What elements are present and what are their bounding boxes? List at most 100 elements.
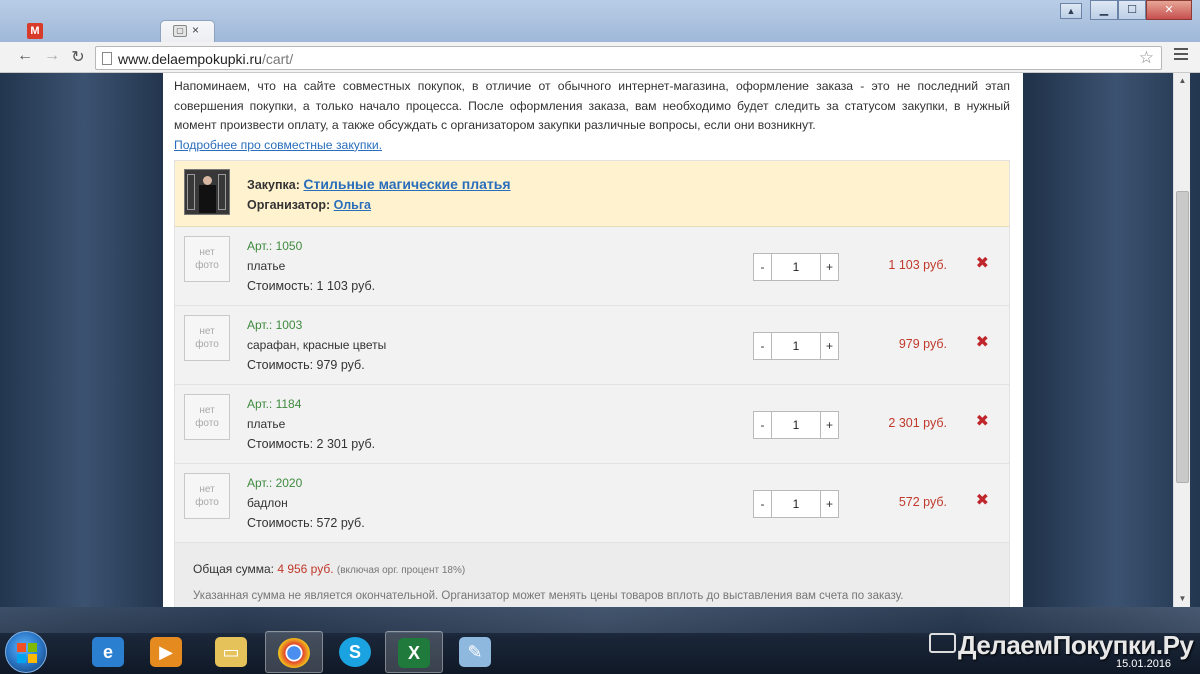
reload-icon[interactable]: ↻ (67, 47, 89, 67)
taskbar-excel[interactable]: X (385, 631, 443, 673)
item-name: сарафан, красные цветы (247, 338, 387, 352)
quantity-stepper: -1 + (753, 411, 839, 439)
cart-summary: Общая сумма: 4 956 руб. (включая орг. пр… (175, 543, 1009, 607)
decrease-quantity-button[interactable]: - (753, 253, 772, 281)
intro-text: Напоминаем, что на сайте совместных поку… (174, 77, 1010, 155)
decrease-quantity-button[interactable]: - (753, 332, 772, 360)
joint-purchases-info-link[interactable]: Подробнее про совместные закупки. (174, 138, 382, 152)
remove-item-icon[interactable]: ✖ (976, 332, 989, 352)
taskbar-paint[interactable]: ✎ (447, 631, 505, 673)
item-cost: Стоимость: 979 руб. (247, 358, 365, 372)
remove-item-icon[interactable]: ✖ (976, 490, 989, 510)
item-article: Арт.: 1050 (247, 239, 303, 253)
scroll-up-icon[interactable]: ▲ (1174, 73, 1191, 89)
quantity-stepper: -1 + (753, 490, 839, 518)
windows-flag-icon (17, 643, 37, 663)
item-cost: Стоимость: 2 301 руб. (247, 437, 376, 451)
close-window-button[interactable]: ✕ (1146, 0, 1192, 20)
forward-icon[interactable]: → (41, 47, 63, 65)
skype-icon: S (339, 637, 371, 667)
browser-tab[interactable]: ▢ × (160, 20, 215, 42)
purchase-line: Закупка: Стильные магические платья (247, 176, 511, 192)
taskbar-chrome[interactable] (265, 631, 323, 673)
purchase-thumbnail[interactable] (184, 169, 230, 215)
cart-item: нет фото Арт.: 2020 бадлон Стоимость: 572 ру… (175, 464, 1009, 543)
purchase-label: Закупка: (247, 178, 300, 192)
item-article: Арт.: 2020 (247, 476, 303, 490)
page-icon (102, 52, 112, 65)
scroll-down-icon[interactable]: ▼ (1174, 591, 1191, 607)
increase-quantity-button[interactable]: + (820, 411, 839, 439)
chrome-menu-icon[interactable] (1174, 48, 1188, 63)
quantity-input[interactable]: 1 (772, 411, 820, 439)
taskbar-media-player[interactable]: ▶ (138, 631, 196, 673)
browser-toolbar: ← → ↻ www.delaempokupki.ru/cart/ ☆ (0, 42, 1200, 73)
no-photo-placeholder[interactable]: нет фото (184, 394, 230, 440)
maximize-button[interactable]: ☐ (1118, 0, 1146, 20)
brand-watermark: ДелаемПокупки.Ру (958, 630, 1194, 660)
cart-item: нет фото Арт.: 1003 сарафан, красные цветы С… (175, 306, 1009, 385)
no-photo-placeholder[interactable]: нет фото (184, 315, 230, 361)
purchase-header: Закупка: Стильные магические платья Орга… (175, 161, 1009, 227)
folder-icon: ▭ (215, 637, 247, 667)
remove-item-icon[interactable]: ✖ (976, 411, 989, 431)
increase-quantity-button[interactable]: + (820, 332, 839, 360)
media-player-icon: ▶ (150, 637, 182, 667)
tab-close-icon[interactable]: × (192, 23, 199, 37)
paint-icon: ✎ (459, 637, 491, 667)
url-text[interactable]: www.delaempokupki.ru/cart/ (118, 51, 293, 67)
decrease-quantity-button[interactable]: - (753, 490, 772, 518)
excel-icon: X (398, 638, 430, 668)
cart-item: нет фото Арт.: 1050 платье Стоимость: 1 103 … (175, 227, 1009, 306)
price-disclaimer: Указанная сумма не является окончательно… (193, 590, 904, 602)
windows-taskbar: e ▶ ▭ S X ✎ ДелаемПокупки.Ру 15.01.2016 (0, 607, 1200, 674)
start-button[interactable] (5, 631, 47, 673)
quantity-input[interactable]: 1 (772, 490, 820, 518)
item-article: Арт.: 1003 (247, 318, 303, 332)
no-photo-placeholder[interactable]: нет фото (184, 473, 230, 519)
taskbar-explorer[interactable]: ▭ (203, 631, 261, 673)
increase-quantity-button[interactable]: + (820, 253, 839, 281)
bookmark-star-icon[interactable]: ☆ (1139, 48, 1154, 68)
decrease-quantity-button[interactable]: - (753, 411, 772, 439)
window-controls: ▁ ☐ ✕ (1090, 0, 1192, 22)
total-value: 4 956 руб. (277, 562, 334, 576)
quantity-input[interactable]: 1 (772, 253, 820, 281)
cart-items: нет фото Арт.: 1050 платье Стоимость: 1 103 … (175, 227, 1009, 543)
item-article: Арт.: 1184 (247, 397, 302, 411)
quantity-stepper: -1 + (753, 253, 839, 281)
cart-item: нет фото Арт.: 1184 платье Стоимость: 2 301 … (175, 385, 1009, 464)
no-photo-placeholder[interactable]: нет фото (184, 236, 230, 282)
page-scrollbar[interactable]: ▲ ▼ (1173, 73, 1190, 607)
scroll-thumb[interactable] (1176, 191, 1189, 483)
address-bar[interactable]: www.delaempokupki.ru/cart/ ☆ (95, 46, 1162, 70)
total-label: Общая сумма: (193, 562, 274, 576)
quantity-input[interactable]: 1 (772, 332, 820, 360)
profile-icon[interactable]: ▲ (1060, 3, 1082, 19)
organizer-name-link[interactable]: Ольга (334, 198, 371, 212)
page-viewport: Напоминаем, что на сайте совместных поку… (0, 73, 1200, 607)
total-note: (включая орг. процент 18%) (336, 565, 466, 576)
cart: Закупка: Стильные магические платья Орга… (174, 160, 1010, 607)
brand-logo-icon (929, 633, 956, 653)
item-name: бадлон (247, 496, 288, 510)
app-icon: M (27, 23, 43, 39)
chrome-icon (278, 638, 310, 668)
minimize-button[interactable]: ▁ (1090, 0, 1118, 20)
purchase-name-link[interactable]: Стильные магические платья (303, 176, 510, 192)
tray-date[interactable]: 15.01.2016 (1116, 658, 1171, 670)
organizer-line: Организатор: Ольга (247, 198, 371, 212)
item-cost: Стоимость: 572 руб. (247, 516, 365, 530)
item-total-price: 979 руб. (898, 337, 947, 351)
taskbar-skype[interactable]: S (327, 631, 385, 673)
tab-favicon-icon: ▢ (173, 25, 187, 37)
window-titlebar: M ▢ × ▲ ▁ ☐ ✕ (0, 0, 1200, 42)
internet-explorer-icon: e (92, 637, 124, 667)
remove-item-icon[interactable]: ✖ (976, 253, 989, 273)
back-icon[interactable]: ← (14, 47, 36, 65)
taskbar-ie[interactable]: e (80, 631, 138, 673)
organizer-label: Организатор: (247, 198, 331, 212)
increase-quantity-button[interactable]: + (820, 490, 839, 518)
item-total-price: 1 103 руб. (888, 258, 947, 272)
quantity-stepper: -1 + (753, 332, 839, 360)
